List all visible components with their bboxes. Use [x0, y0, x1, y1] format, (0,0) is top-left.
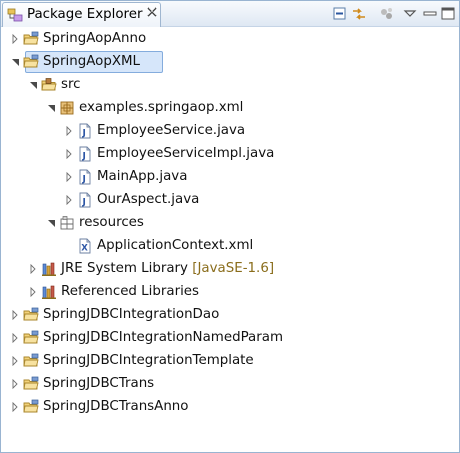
tree-item[interactable]: SpringJDBCIntegrationTemplate [1, 350, 459, 372]
tree-item[interactable]: examples.springaop.xml [1, 97, 459, 119]
tree-item-label: resources [79, 215, 144, 230]
collapsed-arrow-icon[interactable] [63, 120, 75, 142]
collapsed-arrow-icon[interactable] [63, 189, 75, 211]
tree-item-label: ApplicationContext.xml [97, 238, 254, 253]
tree-item-label: SpringJDBCIntegrationNamedParam [43, 330, 283, 345]
collapsed-arrow-icon[interactable] [9, 327, 21, 349]
project-icon [23, 376, 39, 390]
project-icon [23, 399, 39, 413]
tree-item-label: SpringAopXML [43, 54, 141, 69]
tree-item[interactable]: SpringAopAnno [1, 28, 459, 50]
tree-item[interactable]: SpringJDBCTrans [1, 373, 459, 395]
tree-item[interactable]: J MainApp.java [1, 166, 459, 188]
tree-item[interactable]: SpringAopXML [1, 51, 459, 73]
view-menu-icon[interactable] [401, 5, 419, 23]
tree-item[interactable]: J OurAspect.java [1, 189, 459, 211]
tree-item[interactable]: X ApplicationContext.xml [1, 235, 459, 257]
view-title-bar: Package Explorer [1, 1, 459, 27]
collapse-all-icon[interactable] [331, 5, 349, 23]
package-explorer-view: Package Explorer SpringAopAnno SpringAop… [0, 0, 460, 453]
project-icon [23, 330, 39, 344]
tree-item-label: OurAspect.java [97, 192, 200, 207]
view-title: Package Explorer [27, 7, 143, 22]
java-file-icon: J [79, 169, 91, 185]
expanded-arrow-icon[interactable] [45, 212, 57, 234]
source-folder-icon [41, 78, 57, 91]
tree-item-label: EmployeeServiceImpl.java [97, 146, 275, 161]
tree-item[interactable]: J EmployeeService.java [1, 120, 459, 142]
tree-item[interactable]: SpringJDBCIntegrationDao [1, 304, 459, 326]
project-icon [23, 54, 39, 68]
svg-text:X: X [81, 244, 88, 254]
tree-item-label: SpringJDBCIntegrationDao [43, 307, 220, 322]
collapsed-arrow-icon[interactable] [9, 28, 21, 50]
collapsed-arrow-icon[interactable] [63, 166, 75, 188]
library-icon [42, 285, 56, 299]
tree-item[interactable]: JRE System Library [JavaSE-1.6] [1, 258, 459, 280]
collapsed-arrow-icon[interactable] [9, 304, 21, 326]
tree-item-label: SpringAopAnno [43, 31, 147, 46]
tree-item[interactable]: resources [1, 212, 459, 234]
svg-text:J: J [82, 129, 86, 139]
java-file-icon: J [79, 123, 91, 139]
expanded-arrow-icon[interactable] [45, 97, 57, 119]
tree-item-label: MainApp.java [97, 169, 188, 184]
svg-text:J: J [82, 175, 86, 185]
collapsed-arrow-icon[interactable] [63, 143, 75, 165]
focus-on-active-task-icon[interactable] [378, 5, 396, 23]
package-explorer-icon [7, 8, 23, 22]
collapsed-arrow-icon[interactable] [27, 281, 39, 303]
tree-item-label: src [61, 77, 81, 92]
minimize-icon[interactable] [421, 5, 439, 23]
xml-file-icon: X [79, 238, 91, 254]
tree-item[interactable]: SpringJDBCIntegrationNamedParam [1, 327, 459, 349]
collapsed-arrow-icon[interactable] [9, 396, 21, 418]
library-decoration: [JavaSE-1.6] [187, 261, 275, 276]
collapsed-arrow-icon[interactable] [27, 258, 39, 280]
tree-item-label: SpringJDBCTrans [43, 376, 155, 391]
tab-package-explorer[interactable]: Package Explorer [2, 2, 161, 27]
library-icon [42, 262, 56, 276]
java-file-icon: J [79, 146, 91, 162]
tree-item-label: JRE System Library [JavaSE-1.6] [61, 261, 275, 276]
project-icon [23, 307, 39, 321]
default-package-icon [60, 216, 74, 230]
project-icon [23, 353, 39, 367]
tree-item[interactable]: Referenced Libraries [1, 281, 459, 303]
svg-text:J: J [82, 152, 86, 162]
tree-item-label: Referenced Libraries [61, 284, 200, 299]
close-icon[interactable] [146, 6, 158, 18]
java-file-icon: J [79, 192, 91, 208]
expanded-arrow-icon[interactable] [27, 74, 39, 96]
project-icon [23, 31, 39, 45]
tree-item-label: SpringJDBCTransAnno [43, 399, 189, 414]
tree-item-label: EmployeeService.java [97, 123, 246, 138]
maximize-icon[interactable] [439, 5, 457, 23]
tree-item[interactable]: SpringJDBCTransAnno [1, 396, 459, 418]
tree-item-label: SpringJDBCIntegrationTemplate [43, 353, 254, 368]
package-icon [60, 101, 74, 115]
expanded-arrow-icon[interactable] [9, 51, 21, 73]
collapsed-arrow-icon[interactable] [9, 350, 21, 372]
link-with-editor-icon[interactable] [350, 5, 368, 23]
tree-item-label: examples.springaop.xml [79, 100, 244, 115]
svg-text:J: J [82, 198, 86, 208]
tree-item[interactable]: J EmployeeServiceImpl.java [1, 143, 459, 165]
tree-item[interactable]: src [1, 74, 459, 96]
collapsed-arrow-icon[interactable] [9, 373, 21, 395]
